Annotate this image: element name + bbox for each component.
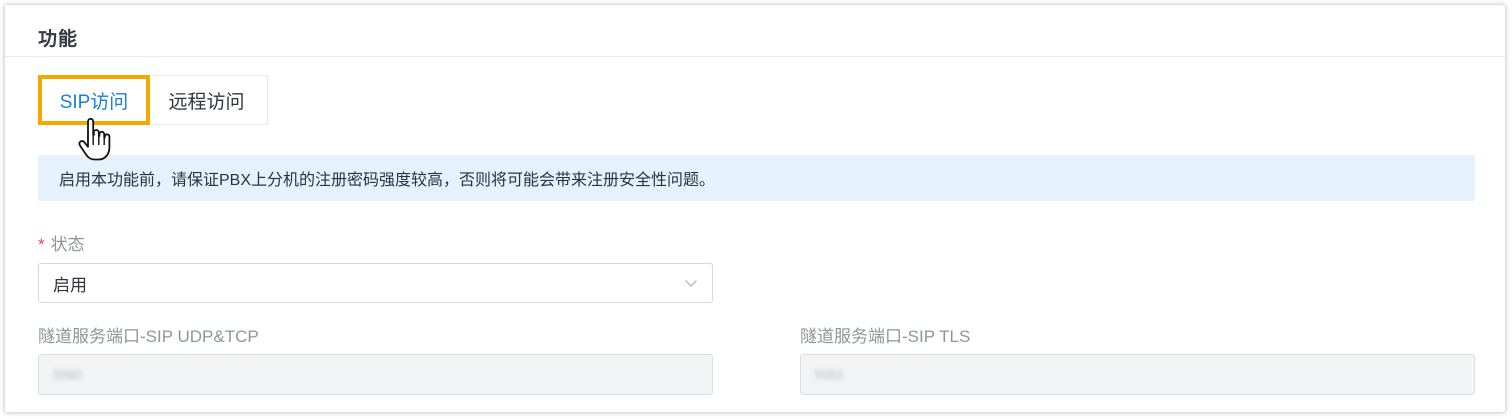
status-label: * 状态 — [38, 230, 85, 255]
chevron-down-icon — [685, 280, 697, 287]
tab-bar: 远程访问 SIP访问 — [38, 75, 268, 125]
udp-tcp-port-value: 5060 — [53, 367, 82, 382]
status-label-text: 状态 — [50, 235, 85, 254]
feature-panel: 功能 远程访问 SIP访问 启用本功能前，请保证PBX上分机的注册密码强度较高，… — [5, 5, 1505, 412]
tls-port-input: 5061 — [800, 354, 1475, 395]
hand-pointer-icon — [78, 118, 111, 161]
alert-text: 启用本功能前，请保证PBX上分机的注册密码强度较高，否则将可能会带来注册安全性问… — [59, 172, 716, 189]
tls-port-value: 5061 — [815, 367, 844, 382]
tls-port-label: 隧道服务端口-SIP TLS — [800, 327, 971, 346]
status-select-value: 启用 — [53, 275, 87, 295]
tab-remote-access[interactable]: 远程访问 — [146, 75, 268, 125]
panel-title: 功能 — [38, 29, 79, 50]
udp-tcp-port-label: 隧道服务端口-SIP UDP&TCP — [38, 327, 259, 346]
security-alert: 启用本功能前，请保证PBX上分机的注册密码强度较高，否则将可能会带来注册安全性问… — [38, 155, 1475, 201]
required-mark: * — [38, 235, 45, 254]
status-select[interactable]: 启用 — [38, 263, 713, 303]
panel-header: 功能 — [5, 5, 1505, 57]
udp-tcp-port-input: 5060 — [38, 354, 713, 395]
